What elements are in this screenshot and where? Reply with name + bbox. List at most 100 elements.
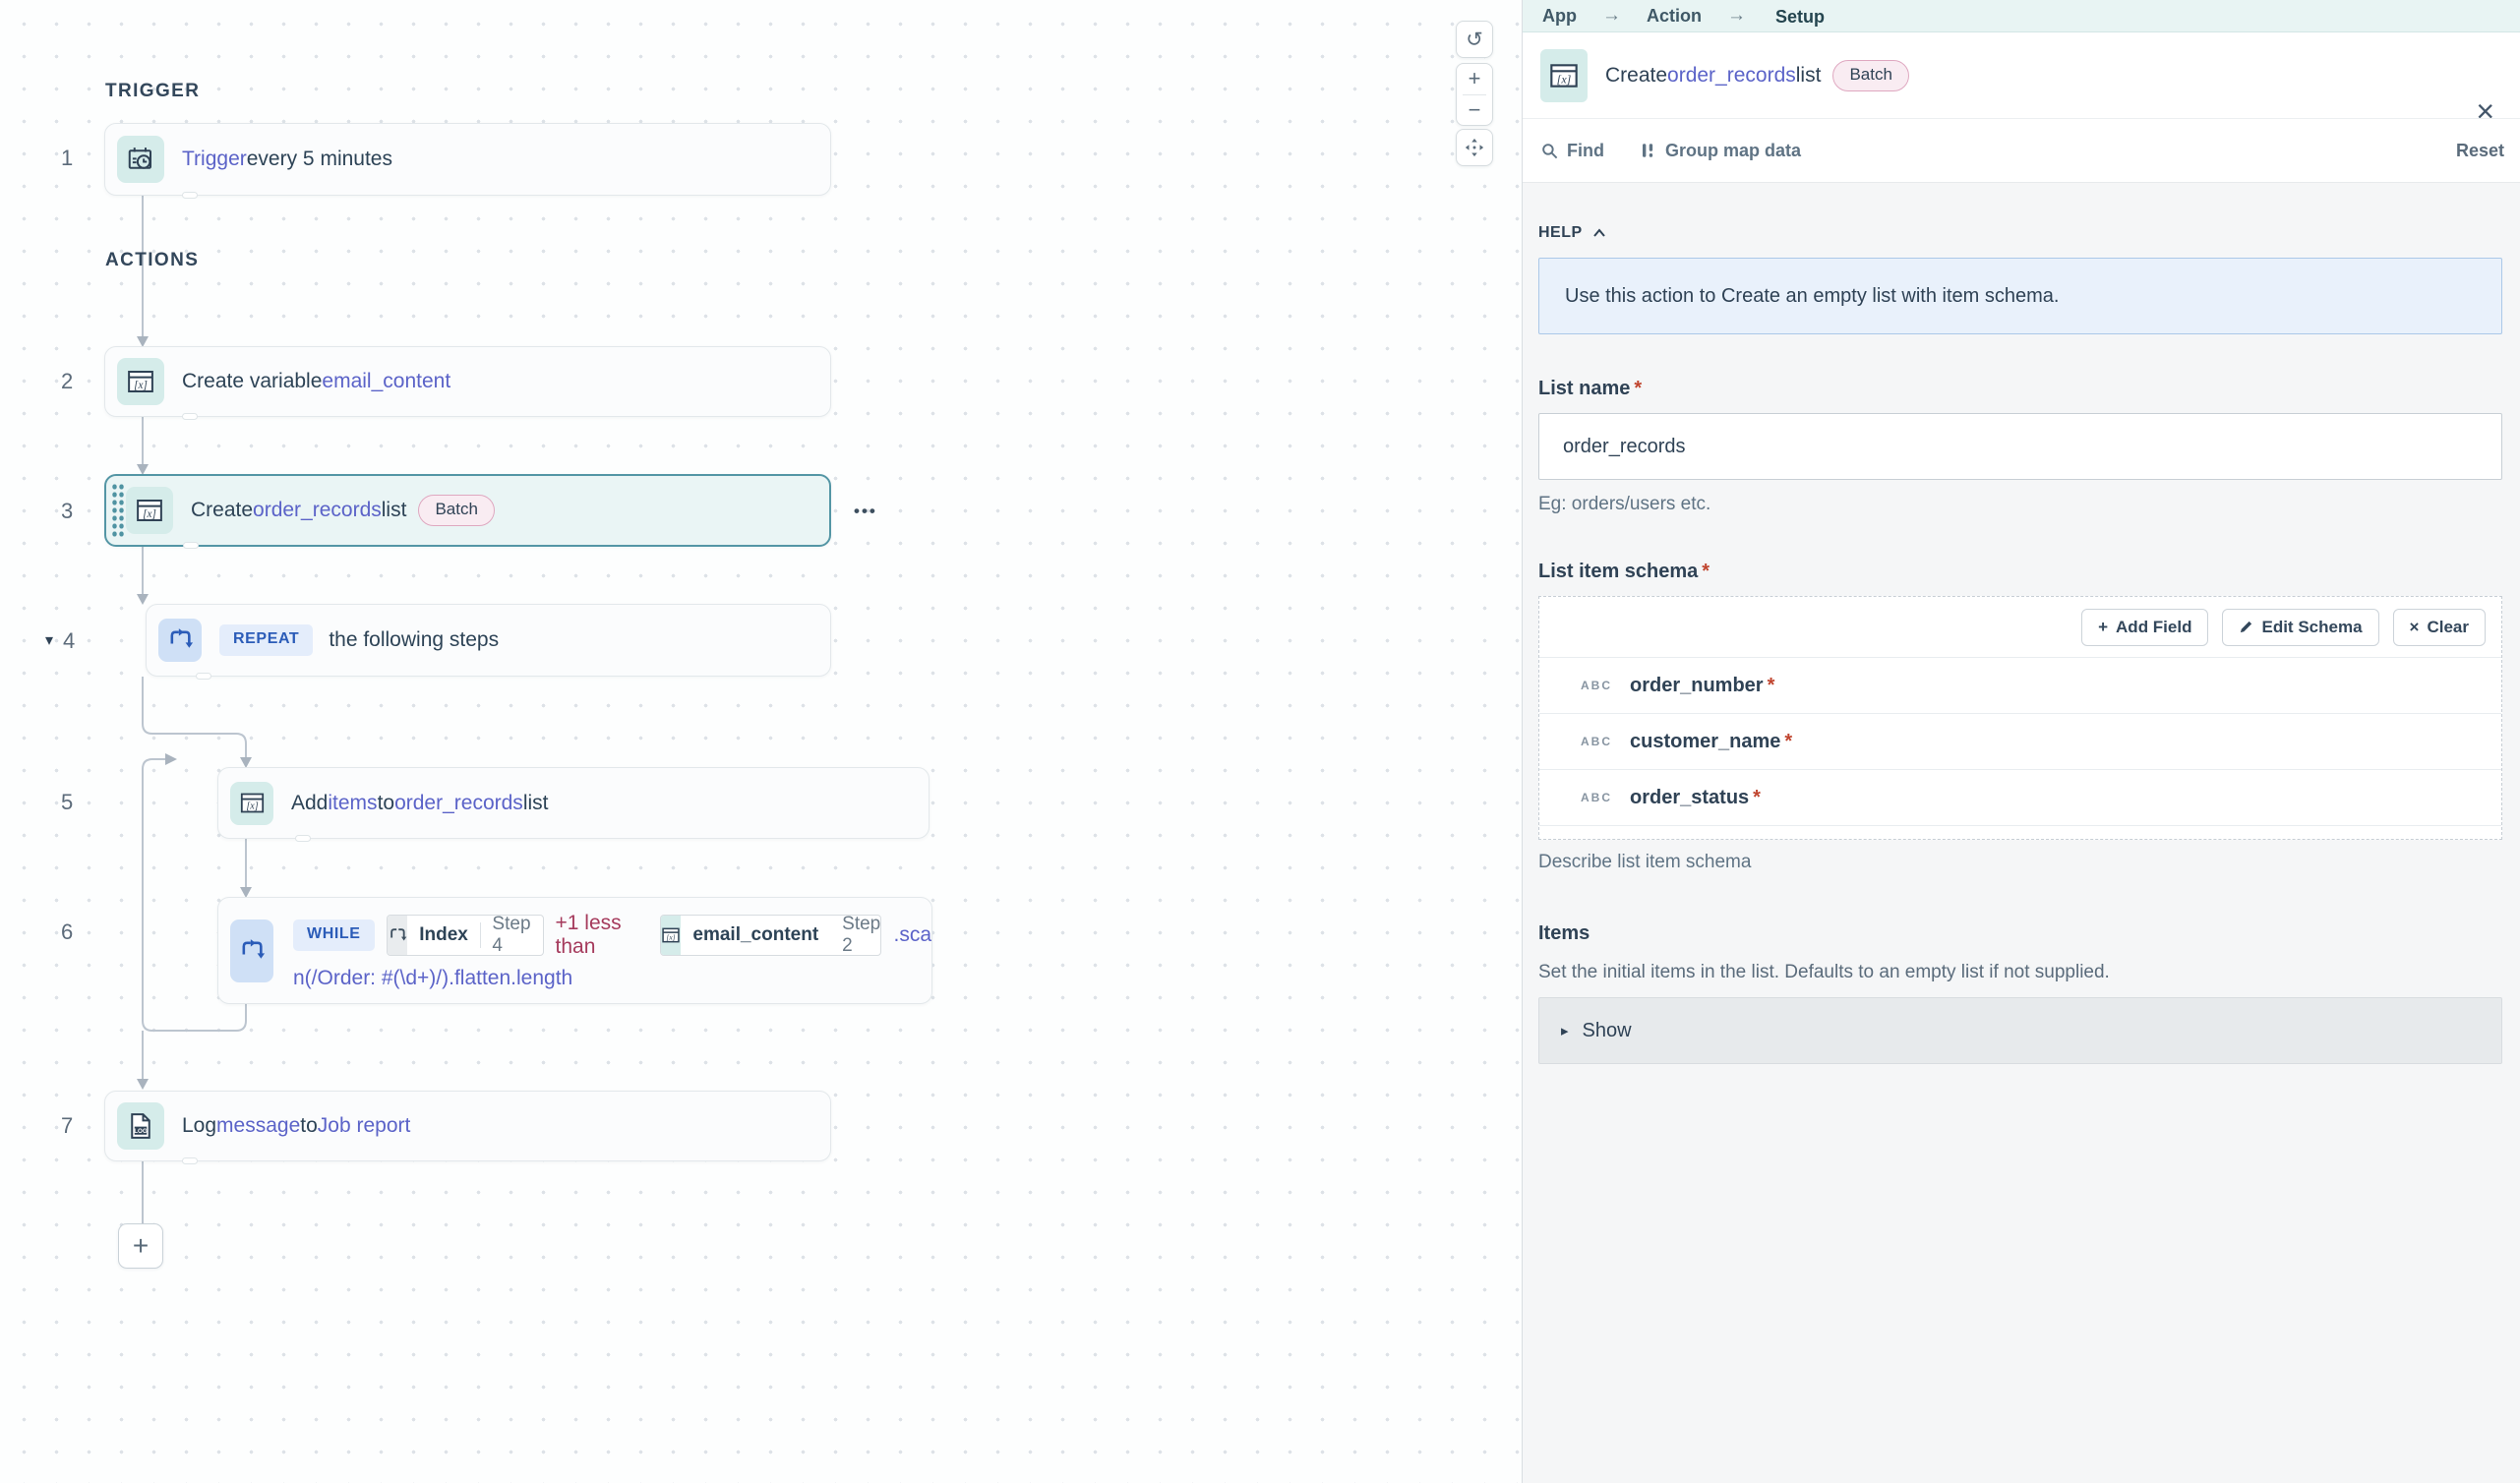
step-card-while[interactable]: WHILE Index Step 4 +1 less than (217, 897, 932, 1004)
step-overflow-menu[interactable]: ••• (854, 502, 877, 521)
field-type-abc: ABC (1581, 791, 1612, 804)
variable-icon: [x] (117, 358, 164, 405)
repeat-badge: REPEAT (219, 624, 313, 656)
panel-header: [x] Create order_records list Batch × (1523, 32, 2520, 118)
zoom-out-button[interactable]: − (1457, 95, 1492, 126)
svg-text:[x]: [x] (246, 801, 258, 812)
step-card-create-variable[interactable]: [x] Create variable email_content (104, 346, 831, 417)
find-button[interactable]: Find (1540, 141, 1604, 161)
step-link[interactable]: order_records (394, 792, 523, 815)
zoom-in-button[interactable]: + (1457, 64, 1492, 94)
reset-view-button[interactable]: ↺ (1456, 21, 1493, 58)
email-content-chip[interactable]: [x] email_content Step 2 (660, 915, 881, 956)
pencil-icon (2239, 620, 2253, 634)
add-step-button[interactable]: + (118, 1223, 163, 1269)
list-name-hint: Eg: orders/users etc. (1538, 494, 1710, 515)
items-show-toggle[interactable]: ▸ Show (1538, 997, 2502, 1064)
svg-text:[x]: [x] (134, 380, 148, 391)
variable-icon: [x] (230, 782, 273, 825)
step-card-repeat[interactable]: REPEAT the following steps (146, 604, 831, 677)
loop-index-icon (388, 915, 408, 956)
svg-text:[x]: [x] (143, 508, 156, 520)
tab-app[interactable]: App (1542, 6, 1577, 27)
clear-schema-button[interactable]: × Clear (2393, 609, 2486, 646)
reset-button[interactable]: Reset (2456, 141, 2504, 161)
svg-text:[x]: [x] (667, 932, 676, 941)
field-name: customer_name* (1630, 731, 1792, 753)
schema-field-row[interactable]: ABC order_status* (1539, 770, 2501, 826)
step-text: Add items to order_records list (291, 792, 548, 815)
field-type-abc: ABC (1581, 679, 1612, 692)
log-icon: LOG (117, 1102, 164, 1150)
list-name-label: List name* (1538, 378, 1642, 400)
index-variable-chip[interactable]: Index Step 4 (387, 915, 544, 956)
panel-tabbar: App → Action → Setup (1523, 0, 2520, 32)
step-link[interactable]: email_content (322, 370, 450, 393)
clear-icon: × (2410, 618, 2420, 637)
edit-schema-button[interactable]: Edit Schema (2222, 609, 2378, 646)
panel-title: Create order_records list Batch (1605, 60, 1909, 91)
connector-nub (182, 1157, 198, 1164)
step-card-create-list-selected[interactable]: [x] Create order_records list Batch (104, 474, 831, 547)
connector-nub (295, 835, 311, 842)
list-item-schema-label: List item schema* (1538, 561, 1710, 583)
search-icon (1540, 142, 1559, 160)
step-number-1: 1 (61, 146, 73, 171)
svg-text:[x]: [x] (1557, 72, 1572, 86)
caret-right-icon: ▸ (1561, 1022, 1569, 1039)
connector-nub (182, 192, 198, 199)
step-card-trigger[interactable]: Trigger every 5 minutes (104, 123, 831, 196)
pan-icon (1464, 137, 1485, 158)
tab-arrow-icon: → (1602, 5, 1621, 27)
workflow-canvas[interactable]: TRIGGER ACTIONS 1 2 3 ▾ 4 5 6 7 Trigger … (0, 0, 1523, 1483)
variable-icon: [x] (661, 915, 681, 956)
step-number-5: 5 (61, 790, 73, 815)
items-description: Set the initial items in the list. Defau… (1538, 962, 2110, 983)
step-card-log[interactable]: LOG Log message to Job report (104, 1091, 831, 1161)
connector-nub (196, 673, 211, 680)
step-text: Log message to Job report (182, 1114, 410, 1138)
schema-editor: + Add Field Edit Schema × Clear (1538, 596, 2502, 840)
fit-view-button[interactable] (1456, 129, 1493, 166)
list-name-link[interactable]: order_records (1667, 64, 1796, 88)
panel-toolbar: Find Group map data Reset (1523, 118, 2520, 183)
step-link[interactable]: Job report (318, 1114, 411, 1138)
columns-icon (1640, 142, 1657, 159)
step-link[interactable]: Trigger (182, 148, 247, 171)
while-badge: WHILE (293, 919, 375, 951)
expression-text: .sca (893, 923, 931, 947)
collapse-caret-icon[interactable]: ▾ (45, 630, 53, 650)
tab-arrow-icon: → (1727, 5, 1746, 27)
plus-icon: + (2098, 618, 2108, 637)
variable-icon: [x] (126, 487, 173, 534)
step-link[interactable]: message (216, 1114, 300, 1138)
step-card-add-items[interactable]: [x] Add items to order_records list (217, 767, 930, 839)
tab-action[interactable]: Action (1647, 6, 1702, 27)
batch-badge: Batch (1832, 60, 1908, 91)
variable-icon: [x] (1540, 49, 1588, 102)
list-name-input[interactable] (1538, 413, 2502, 480)
step-link[interactable]: order_records (253, 499, 382, 522)
step-text: Create order_records list Batch (191, 495, 495, 526)
workflow-builder: TRIGGER ACTIONS 1 2 3 ▾ 4 5 6 7 Trigger … (0, 0, 2520, 1483)
field-name: order_status* (1630, 787, 1761, 809)
schema-field-row[interactable]: ABC order_number* (1539, 658, 2501, 714)
step-number-4: 4 (63, 628, 75, 654)
connector-lines (0, 0, 1523, 1483)
undo-icon: ↺ (1466, 28, 1483, 52)
step-link[interactable]: items (328, 792, 377, 815)
help-collapse-toggle[interactable]: HELP (1538, 224, 1606, 242)
setup-panel: App → Action → Setup [x] Create order_re… (1523, 0, 2520, 1483)
zoom-controls: + − (1456, 63, 1493, 126)
group-map-data-button[interactable]: Group map data (1640, 141, 1801, 161)
drag-handle-icon[interactable] (111, 483, 124, 538)
schema-field-row[interactable]: ABC customer_name* (1539, 714, 2501, 770)
actions-section-label: ACTIONS (105, 250, 199, 271)
step-number-6: 6 (61, 919, 73, 945)
trigger-section-label: TRIGGER (105, 81, 200, 102)
items-label: Items (1538, 922, 1590, 945)
schema-hint: Describe list item schema (1538, 852, 1751, 873)
help-infobox: Use this action to Create an empty list … (1538, 258, 2502, 334)
add-field-button[interactable]: + Add Field (2081, 609, 2208, 646)
step-number-2: 2 (61, 369, 73, 394)
